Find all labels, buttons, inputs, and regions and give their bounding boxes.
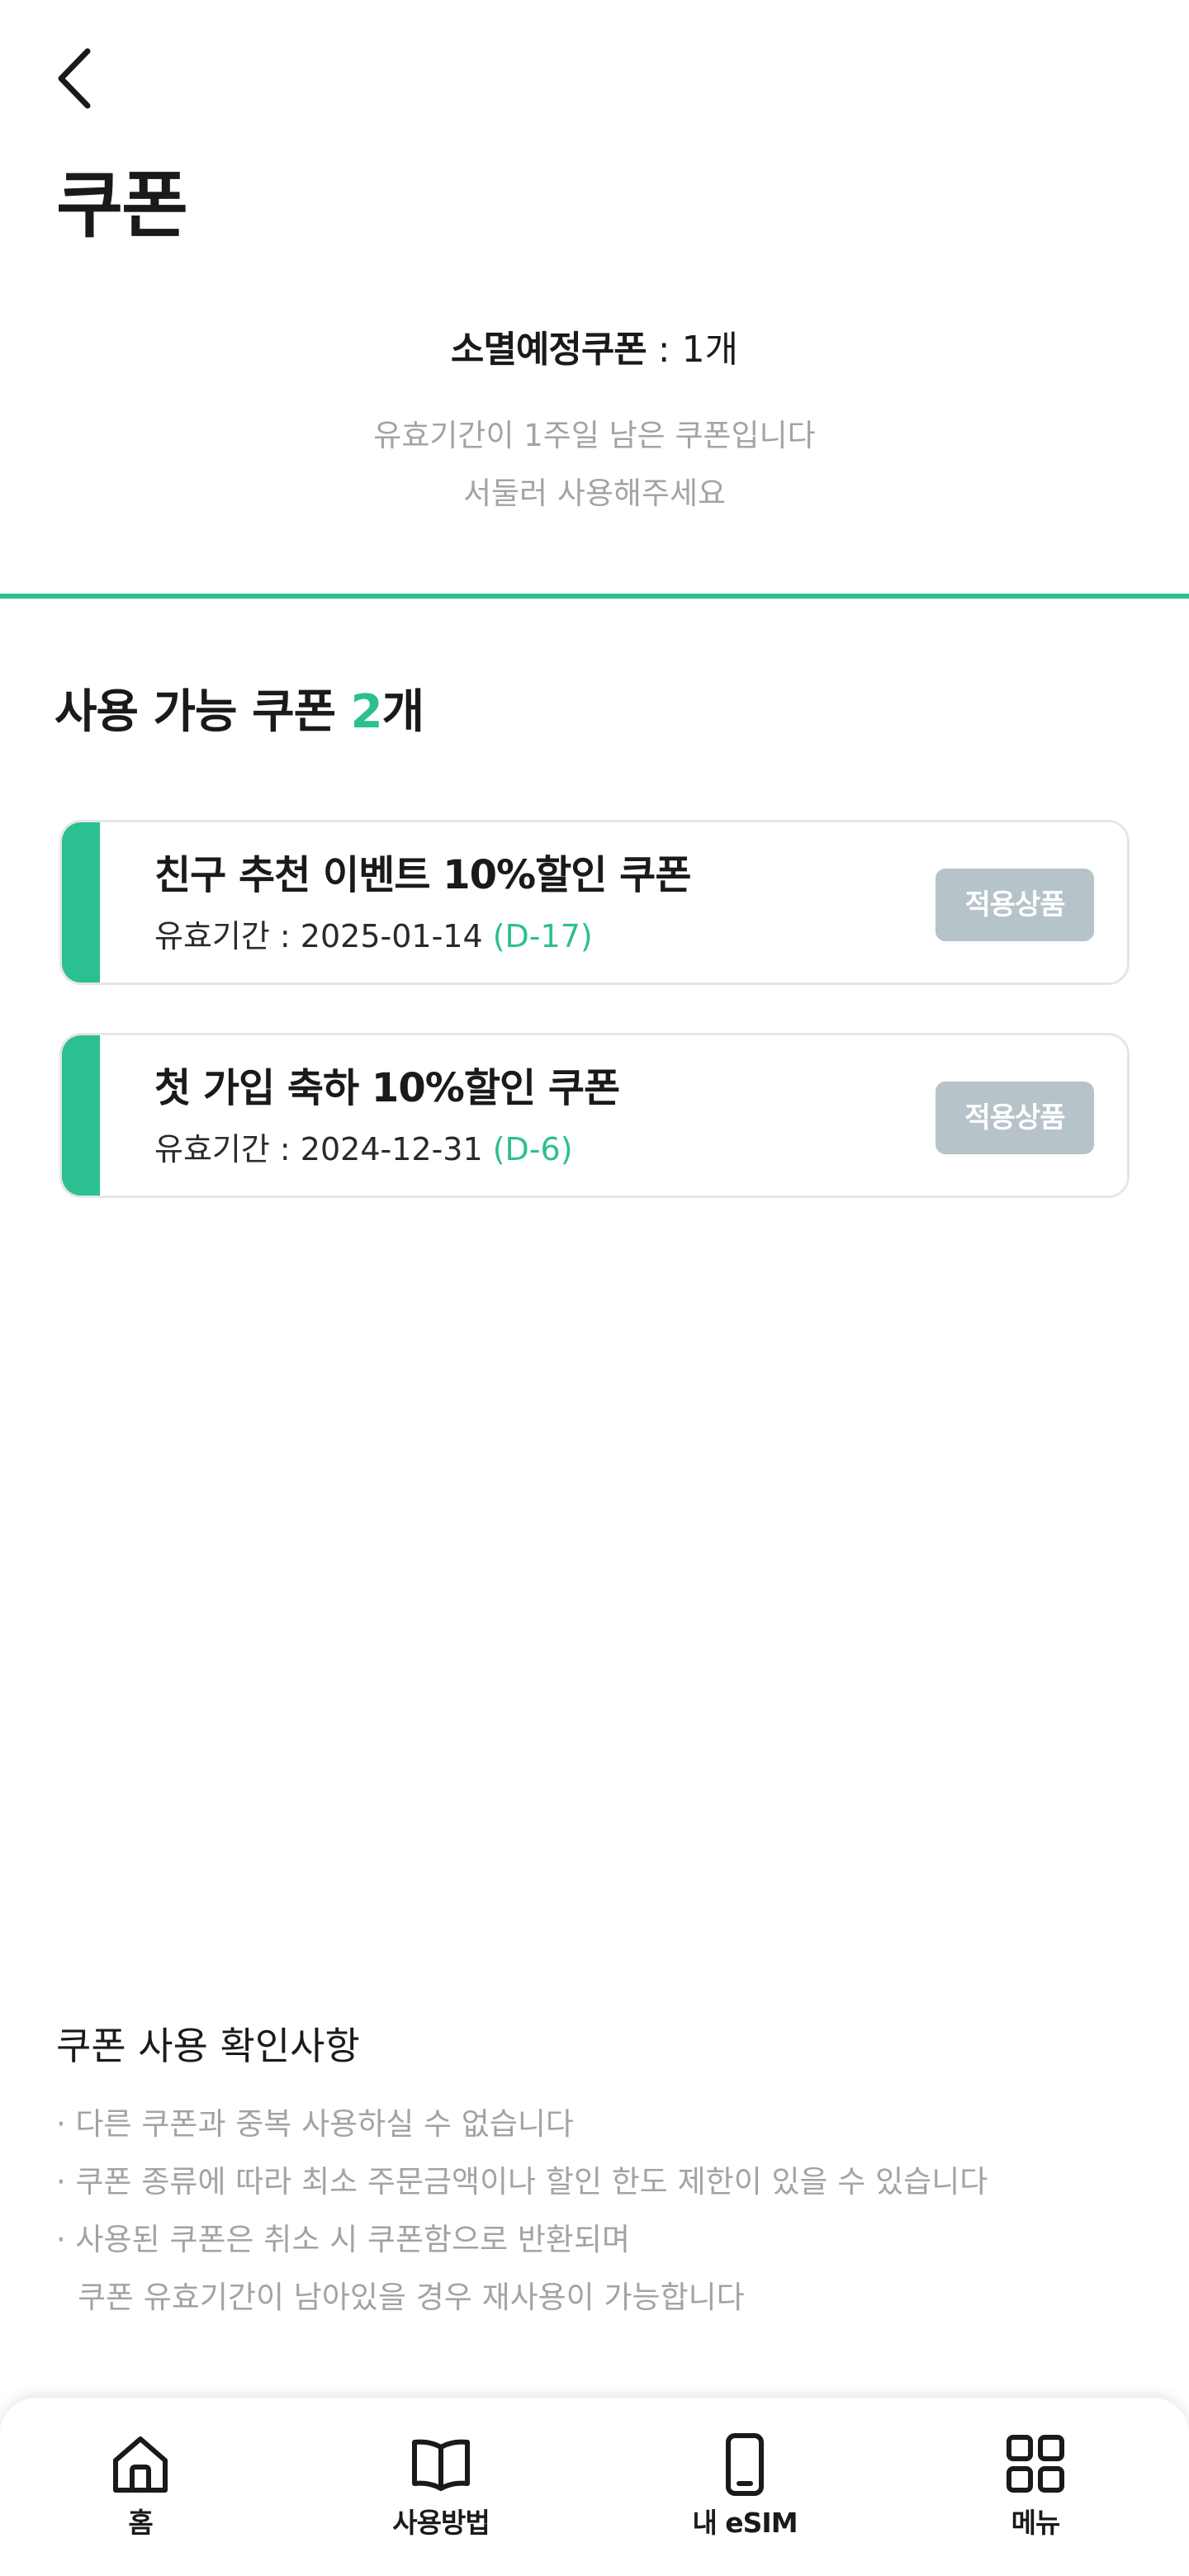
bottom-tab-bar: 홈 사용방법 내 eSIM 메뉴	[0, 2398, 1189, 2576]
applicable-products-button[interactable]: 적용상품	[936, 1082, 1094, 1154]
grid-icon	[1007, 2435, 1064, 2493]
expiring-note-line: 서둘러 사용해주세요	[462, 476, 727, 511]
section-divider	[0, 594, 1189, 599]
coupon-validity: 유효기간 : 2025-01-14 (D-17)	[154, 915, 593, 958]
tab-menu[interactable]: 메뉴	[936, 2431, 1135, 2540]
notice-item: 쿠폰 유효기간이 남아있을 경우 재사용이 가능합니다	[78, 2280, 745, 2315]
book-icon	[412, 2439, 470, 2491]
tab-home[interactable]: 홈	[41, 2431, 239, 2540]
coupon-valid-date: 유효기간 : 2025-01-14	[154, 918, 493, 954]
coupon-title: 친구 추천 이벤트 10%할인 쿠폰	[154, 852, 691, 898]
phone-icon	[726, 2433, 764, 2496]
coupon-dday: (D-6)	[492, 1131, 573, 1167]
tab-my-esim[interactable]: 내 eSIM	[646, 2431, 844, 2540]
expiring-label: 소멸예정쿠폰	[450, 329, 647, 371]
available-title-prefix: 사용 가능 쿠폰	[54, 685, 351, 739]
coupon-accent-bar	[62, 822, 100, 983]
expiring-coupon-summary: 소멸예정쿠폰 : 1개	[0, 325, 1189, 375]
notice-list: · 다른 쿠폰과 중복 사용하실 수 없습니다 · 쿠폰 종류에 따라 최소 주…	[56, 2095, 988, 2327]
available-count: 2	[350, 685, 383, 739]
expiring-note-line: 유효기간이 1주일 남은 쿠폰입니다	[373, 418, 816, 453]
coupon-dday: (D-17)	[492, 918, 593, 954]
home-icon	[113, 2436, 168, 2493]
coupon-validity: 유효기간 : 2024-12-31 (D-6)	[154, 1128, 573, 1171]
notice-title: 쿠폰 사용 확인사항	[56, 2024, 360, 2068]
notice-item: · 사용된 쿠폰은 취소 시 쿠폰함으로 반환되며	[56, 2222, 631, 2257]
back-button[interactable]	[50, 41, 99, 116]
available-coupons-title: 사용 가능 쿠폰 2개	[54, 684, 424, 741]
coupon-card: 친구 추천 이벤트 10%할인 쿠폰 유효기간 : 2025-01-14 (D-…	[59, 820, 1130, 985]
chevron-left-icon	[58, 48, 91, 109]
coupon-card: 첫 가입 축하 10%할인 쿠폰 유효기간 : 2024-12-31 (D-6)…	[59, 1033, 1130, 1198]
coupon-accent-bar	[62, 1035, 100, 1196]
notice-item: · 다른 쿠폰과 중복 사용하실 수 없습니다	[56, 2106, 574, 2142]
tab-label: 메뉴	[1011, 2507, 1061, 2539]
applicable-products-button[interactable]: 적용상품	[936, 869, 1094, 941]
page-title: 쿠폰	[56, 163, 188, 248]
tab-how-to-use[interactable]: 사용방법	[342, 2431, 540, 2540]
available-title-suffix: 개	[381, 685, 425, 739]
expiring-note: 유효기간이 1주일 남은 쿠폰입니다 서둘러 사용해주세요	[0, 407, 1189, 523]
coupon-valid-date: 유효기간 : 2024-12-31	[154, 1131, 493, 1167]
expiring-count: : 1개	[646, 329, 739, 371]
notice-item: · 쿠폰 종류에 따라 최소 주문금액이나 할인 한도 제한이 있을 수 있습니…	[56, 2164, 988, 2200]
tab-label: 홈	[128, 2507, 153, 2539]
coupon-title: 첫 가입 축하 10%할인 쿠폰	[154, 1065, 620, 1111]
tab-label: 사용방법	[392, 2507, 490, 2539]
tab-label: 내 eSIM	[692, 2507, 798, 2539]
